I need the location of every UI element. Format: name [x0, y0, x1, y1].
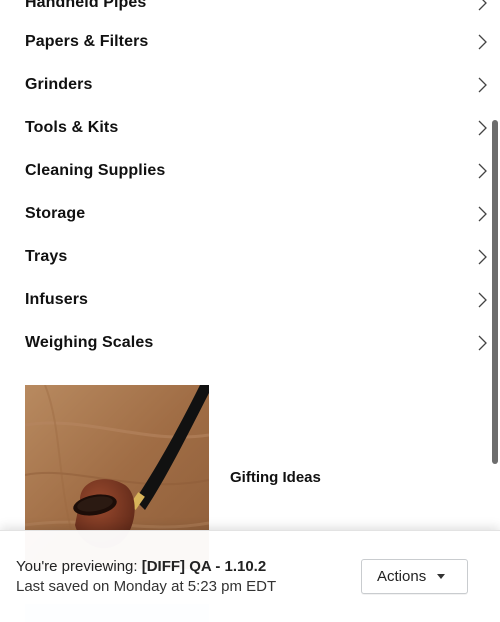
actions-button[interactable]: Actions — [361, 559, 468, 594]
chevron-right-icon — [478, 0, 487, 10]
chevron-right-icon — [478, 120, 487, 135]
menu-item-label: Grinders — [25, 75, 93, 93]
chevron-right-icon — [478, 34, 487, 49]
menu-item-infusers[interactable]: Infusers — [0, 278, 500, 321]
menu-item-papers-filters[interactable]: Papers & Filters — [0, 20, 500, 63]
menu-item-label: Storage — [25, 204, 86, 222]
menu-item-trays[interactable]: Trays — [0, 235, 500, 278]
chevron-right-icon — [478, 292, 487, 307]
last-saved-text: Last saved on Monday at 5:23 pm EDT — [16, 578, 277, 595]
menu-item-label: Handheld Pipes — [25, 0, 147, 11]
actions-label: Actions — [377, 568, 427, 585]
menu-item-storage[interactable]: Storage — [0, 192, 500, 235]
theme-name: [DIFF] QA - 1.10.2 — [141, 558, 267, 575]
chevron-right-icon — [478, 249, 487, 264]
menu-item-label: Weighing Scales — [25, 333, 154, 351]
chevron-right-icon — [478, 77, 487, 92]
menu-item-grinders[interactable]: Grinders — [0, 63, 500, 106]
menu-item-label: Trays — [25, 247, 68, 265]
theme-preview-bar: You're previewing: [DIFF] QA - 1.10.2 La… — [0, 530, 500, 622]
caret-down-icon — [437, 574, 446, 579]
menu-item-weighing-scales[interactable]: Weighing Scales — [0, 321, 500, 364]
chevron-right-icon — [478, 335, 487, 350]
chevron-right-icon — [478, 206, 487, 221]
menu-item-cleaning-supplies[interactable]: Cleaning Supplies — [0, 149, 500, 192]
menu-item-label: Infusers — [25, 290, 89, 308]
chevron-right-icon — [478, 163, 487, 178]
menu-item-label: Cleaning Supplies — [25, 161, 166, 179]
promo-title: Gifting Ideas — [230, 468, 321, 486]
preview-prefix: You're previewing: — [16, 558, 138, 575]
menu-item-tools-kits[interactable]: Tools & Kits — [0, 106, 500, 149]
menu-item-label: Tools & Kits — [25, 118, 119, 136]
menu-item-label: Papers & Filters — [25, 32, 149, 50]
preview-status: You're previewing: [DIFF] QA - 1.10.2 — [16, 558, 266, 575]
